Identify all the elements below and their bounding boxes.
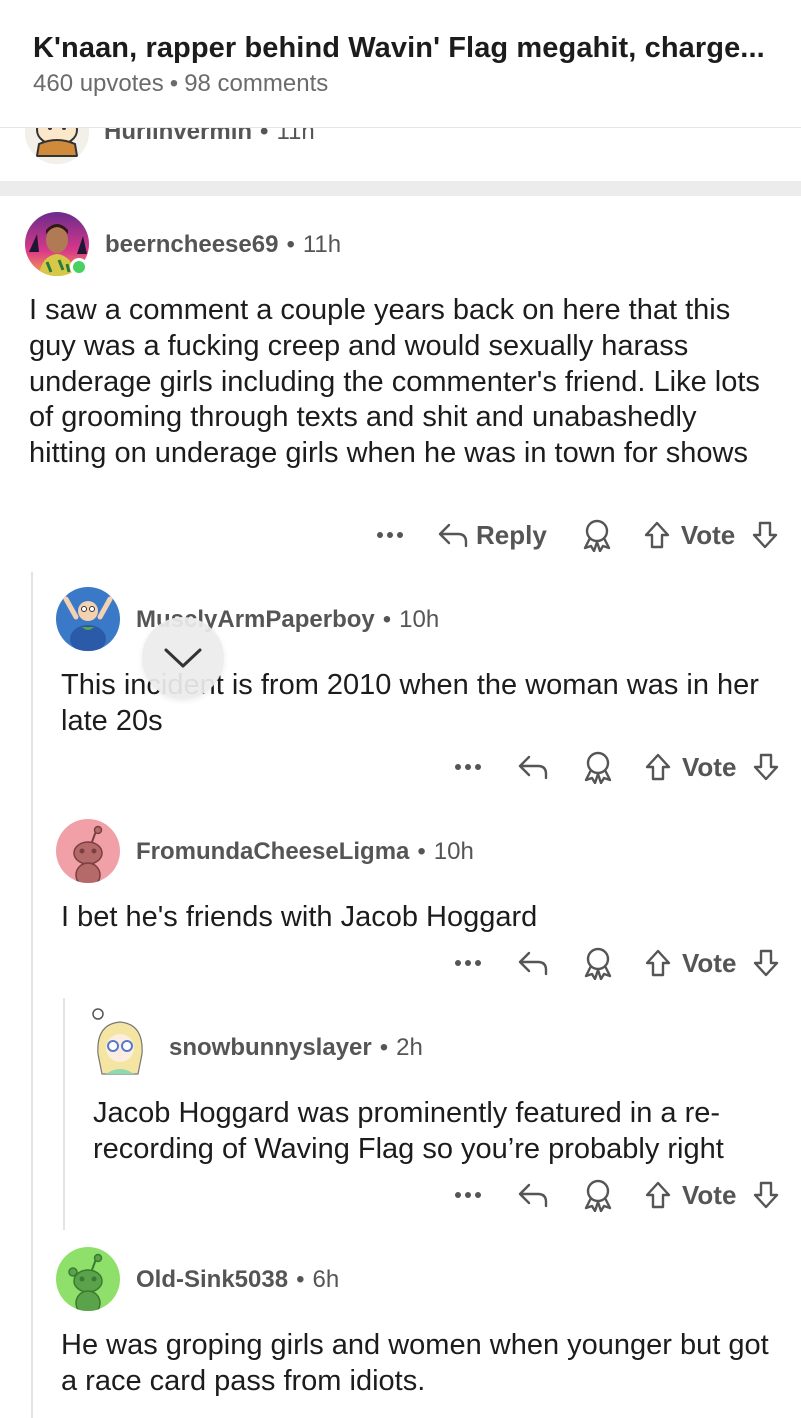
- comment-actions: Vote: [454, 943, 780, 983]
- award-button[interactable]: [582, 946, 614, 980]
- avatar[interactable]: [56, 587, 120, 651]
- award-icon: [584, 1179, 612, 1212]
- meta-separator: •: [417, 838, 426, 865]
- award-button[interactable]: [582, 750, 614, 784]
- comment-actions: Vote: [454, 1175, 780, 1215]
- reply-icon: [518, 1183, 548, 1208]
- avatar[interactable]: [56, 1247, 120, 1311]
- meta-separator: •: [286, 231, 295, 258]
- comment-count: 98 comments: [184, 70, 329, 97]
- downvote-icon: [753, 521, 778, 549]
- username-line: FromundaCheeseLigma • 10h: [136, 838, 474, 866]
- username[interactable]: snowbunnyslayer: [169, 1034, 372, 1061]
- upvote-button[interactable]: [644, 752, 672, 782]
- more-options-icon[interactable]: [454, 959, 482, 967]
- reply-button[interactable]: [518, 950, 548, 976]
- username-line: snowbunnyslayer • 2h: [169, 1034, 423, 1062]
- comment-body: I bet he's friends with Jacob Hoggard: [61, 901, 538, 933]
- vote-label: Vote: [680, 519, 736, 550]
- section-divider: [0, 181, 801, 196]
- reply-icon: [518, 755, 548, 780]
- reply-button[interactable]: [518, 1182, 548, 1208]
- comment-actions: Vote: [454, 747, 780, 787]
- comment-age: 6h: [312, 1266, 340, 1293]
- award-icon: [584, 947, 612, 980]
- upvote-icon: [645, 949, 671, 977]
- comment-age: 10h: [399, 606, 440, 633]
- more-options-icon[interactable]: [454, 763, 482, 771]
- reply-icon: [438, 523, 468, 548]
- comment-body: He was groping girls and women when youn…: [61, 1329, 769, 1397]
- downvote-button[interactable]: [752, 948, 780, 978]
- online-status-indicator: [70, 258, 88, 276]
- downvote-button[interactable]: [752, 752, 780, 782]
- upvote-count: 460 upvotes: [33, 70, 164, 97]
- post-header: K'naan, rapper behind Wavin' Flag megahi…: [0, 0, 801, 128]
- upvote-icon: [645, 1181, 671, 1209]
- comment-body: I saw a comment a couple years back on h…: [29, 294, 760, 470]
- meta-separator: •: [296, 1266, 305, 1293]
- upvote-button[interactable]: [643, 520, 671, 550]
- avatar[interactable]: [56, 819, 120, 883]
- scroll-down-button[interactable]: [142, 617, 224, 699]
- upvote-button[interactable]: [644, 1180, 672, 1210]
- upvote-icon: [644, 521, 670, 549]
- post-title[interactable]: K'naan, rapper behind Wavin' Flag megahi…: [33, 32, 765, 65]
- upvote-icon: [645, 753, 671, 781]
- award-icon: [583, 519, 611, 552]
- downvote-button[interactable]: [751, 520, 779, 550]
- vote-label: Vote: [682, 751, 737, 782]
- meta-separator: •: [379, 1034, 389, 1061]
- username[interactable]: Old-Sink5038: [136, 1266, 288, 1293]
- thread-line[interactable]: [31, 572, 33, 1418]
- username[interactable]: beerncheese69: [105, 231, 278, 258]
- downvote-icon: [754, 753, 779, 781]
- more-options-icon[interactable]: [376, 531, 404, 539]
- vote-label: Vote: [682, 947, 737, 978]
- vote-label: Vote: [682, 1179, 737, 1210]
- comment-age: 11h: [302, 231, 342, 258]
- meta-separator: •: [382, 606, 392, 633]
- comment-age: 2h: [396, 1034, 423, 1061]
- avatar[interactable]: [88, 1004, 152, 1080]
- downvote-icon: [754, 1181, 779, 1209]
- award-icon: [584, 751, 612, 784]
- comment-body: Jacob Hoggard was prominently featured i…: [93, 1097, 724, 1165]
- award-button[interactable]: [582, 1178, 614, 1212]
- meta-separator: •: [169, 70, 179, 97]
- username-line: beerncheese69 • 11h: [105, 231, 341, 259]
- downvote-icon: [754, 949, 779, 977]
- reply-label: Reply: [476, 519, 547, 550]
- upvote-button[interactable]: [644, 948, 672, 978]
- more-options-icon[interactable]: [454, 1191, 482, 1199]
- reply-button[interactable]: [518, 754, 548, 780]
- post-meta: 460 upvotes • 98 comments: [33, 70, 328, 98]
- reply-button[interactable]: Reply: [438, 520, 547, 551]
- reply-icon: [518, 951, 548, 976]
- username[interactable]: FromundaCheeseLigma: [136, 838, 409, 865]
- username-line: Old-Sink5038 • 6h: [136, 1266, 339, 1294]
- award-button[interactable]: [581, 518, 613, 552]
- downvote-button[interactable]: [752, 1180, 780, 1210]
- comment-age: 10h: [433, 838, 474, 865]
- chevron-down-icon: [164, 648, 202, 668]
- comment-actions: Reply Vote: [376, 515, 779, 555]
- thread-line[interactable]: [63, 998, 65, 1230]
